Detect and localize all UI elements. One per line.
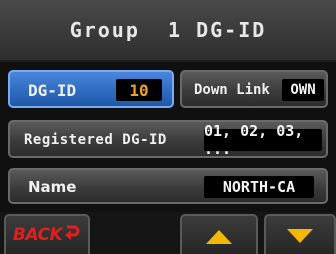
- dgid-value: 10: [116, 79, 162, 101]
- registered-dgid-label: Registered DG-ID: [24, 132, 167, 148]
- return-arrow-icon: [63, 223, 81, 245]
- page-title: Group 1 DG-ID: [70, 18, 267, 42]
- name-value: NORTH-CA: [204, 176, 314, 198]
- triangle-down-icon: [285, 227, 315, 249]
- title-suffix: DG-ID: [196, 18, 267, 42]
- dgid-button[interactable]: DG-ID 10: [8, 70, 174, 108]
- title-group-number: 1: [168, 18, 183, 42]
- screen: Group 1 DG-ID DG-ID 10 Down Link OWN Reg…: [0, 0, 336, 254]
- up-button[interactable]: [180, 214, 258, 254]
- dgid-label: DG-ID: [28, 81, 77, 100]
- title-bar: Group 1 DG-ID: [0, 0, 336, 62]
- name-label: Name: [28, 178, 77, 196]
- back-label: BACK: [12, 225, 63, 245]
- registered-dgid-button[interactable]: Registered DG-ID 01, 02, 03, ...: [8, 120, 328, 158]
- name-button[interactable]: Name NORTH-CA: [8, 168, 328, 204]
- back-button[interactable]: BACK: [4, 214, 90, 254]
- down-button[interactable]: [264, 214, 336, 254]
- triangle-up-icon: [204, 228, 234, 250]
- downlink-label: Down Link: [194, 82, 270, 98]
- downlink-button[interactable]: Down Link OWN: [180, 70, 328, 108]
- title-group-label: Group: [69, 18, 140, 42]
- downlink-value: OWN: [282, 79, 324, 101]
- registered-dgid-value: 01, 02, 03, ...: [204, 122, 322, 158]
